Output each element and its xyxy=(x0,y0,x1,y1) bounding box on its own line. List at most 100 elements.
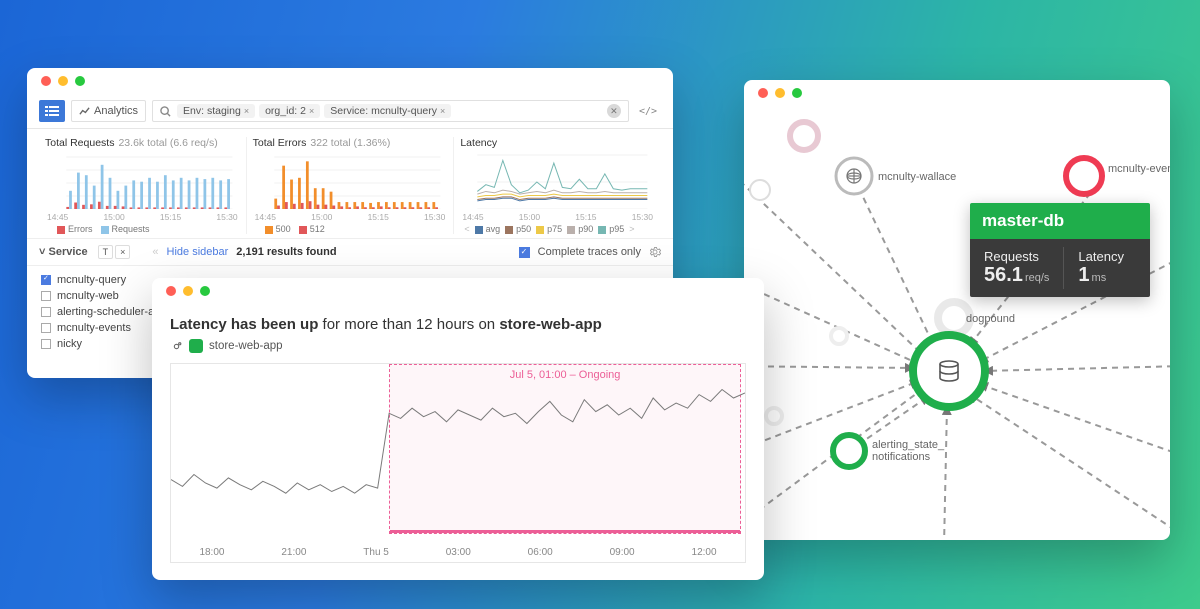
legend-swatch xyxy=(567,226,575,234)
legend-swatch xyxy=(475,226,483,234)
legend-next[interactable]: > xyxy=(629,224,634,234)
checkbox-icon[interactable] xyxy=(41,275,51,285)
node-mcnulty-wallace[interactable]: mcnulty-wallace xyxy=(836,158,956,194)
facet-tools: T× xyxy=(96,245,131,259)
chart-errors-legend: 500 512 xyxy=(253,222,448,234)
checkbox-icon[interactable] xyxy=(41,323,51,333)
legend-swatch xyxy=(299,226,307,234)
search-input[interactable]: Env: staging× org_id: 2× Service: mcnulty-… xyxy=(152,100,629,122)
list-view-button[interactable] xyxy=(39,100,65,122)
window-controls xyxy=(152,278,764,304)
complete-traces-label: Complete traces only xyxy=(538,246,641,258)
chart-errors: Total Errors322 total (1.36%) 14:4515:00… xyxy=(246,137,454,234)
latency-chart: Jul 5, 01:00 – Ongoing 18:0021:00Thu 503… xyxy=(170,363,746,563)
analytics-tab[interactable]: Analytics xyxy=(71,100,146,122)
info-requests-label: Requests xyxy=(984,249,1049,264)
legend-item[interactable]: 500 xyxy=(265,224,291,234)
chart-errors-title: Total Errors xyxy=(253,137,307,149)
close-icon[interactable] xyxy=(758,88,768,98)
minimize-icon[interactable] xyxy=(183,286,193,296)
legend-item[interactable]: p95 xyxy=(598,224,624,234)
service-map-window: mcnulty-wallace mcnulty-events dogpound xyxy=(744,80,1170,540)
analytics-toolbar: Analytics Env: staging× org_id: 2× Service… xyxy=(27,94,673,129)
charts-row: Total Requests 23.6k total (6.6 req/s) 14… xyxy=(27,129,673,239)
node-mcnulty-events[interactable]: mcnulty-events xyxy=(1066,158,1170,194)
legend-item[interactable]: 512 xyxy=(299,224,325,234)
checkbox-icon[interactable] xyxy=(41,339,51,349)
close-icon[interactable] xyxy=(41,76,51,86)
maximize-icon[interactable] xyxy=(75,76,85,86)
info-latency-label: Latency xyxy=(1078,249,1136,264)
chart-requests-stat: 23.6k total (6.6 req/s) xyxy=(118,137,217,149)
svg-text:mcnulty-wallace: mcnulty-wallace xyxy=(878,171,956,183)
latency-chart-xaxis: 18:0021:00Thu 503:0006:0009:0012:00 xyxy=(171,547,745,558)
chart-requests-plot xyxy=(45,151,240,209)
service-name[interactable]: store-web-app xyxy=(209,340,283,352)
node-info-panel: master-db Requests 56.1req/s Latency 1ms xyxy=(970,203,1150,297)
latency-alert-window: Latency has been up for more than 12 hou… xyxy=(152,278,764,580)
chart-errors-plot xyxy=(253,151,448,209)
service-facet-label: mcnulty-events xyxy=(57,322,131,334)
facet-text-btn[interactable]: T xyxy=(98,245,114,259)
service-facet-label: mcnulty-web xyxy=(57,290,119,302)
search-tag[interactable]: org_id: 2× xyxy=(259,104,320,118)
legend-swatch xyxy=(598,226,606,234)
clear-search-icon[interactable]: ✕ xyxy=(607,104,621,118)
chart-errors-stat: 322 total (1.36%) xyxy=(310,137,390,149)
maximize-icon[interactable] xyxy=(200,286,210,296)
service-facet-label: nicky xyxy=(57,338,82,350)
chart-latency-title: Latency xyxy=(460,137,497,149)
node-dogpound-label: dogpound xyxy=(966,313,1015,325)
legend-item[interactable]: Requests xyxy=(101,224,150,234)
facet-clear-btn[interactable]: × xyxy=(115,245,130,259)
chart-latency-plot xyxy=(460,151,655,209)
legend-swatch xyxy=(536,226,544,234)
chart-requests-legend: Errors Requests xyxy=(45,222,240,234)
legend-item[interactable]: p75 xyxy=(536,224,562,234)
legend-item[interactable]: p90 xyxy=(567,224,593,234)
legend-item[interactable]: Errors xyxy=(57,224,93,234)
gear-icon[interactable] xyxy=(649,246,661,258)
search-tag[interactable]: Env: staging× xyxy=(177,104,255,118)
chart-requests-title: Total Requests xyxy=(45,137,114,149)
chart-latency-legend: < avg p50 p75 p90 p95 > xyxy=(460,222,655,234)
facet-service-expand[interactable]: ˅ Service xyxy=(39,246,88,258)
chart-latency-xaxis: 14:4515:0015:1515:30 xyxy=(460,212,655,222)
code-view-toggle[interactable]: </> xyxy=(635,106,661,117)
hide-sidebar-link[interactable]: Hide sidebar xyxy=(167,246,229,258)
minimize-icon[interactable] xyxy=(775,88,785,98)
chart-latency: Latency 14:4515:0015:1515:30 < avg p50 p75… xyxy=(453,137,661,234)
service-facet-label: alerting-scheduler-a… xyxy=(57,306,165,318)
minimize-icon[interactable] xyxy=(58,76,68,86)
service-facet-label: mcnulty-query xyxy=(57,274,126,286)
maximize-icon[interactable] xyxy=(792,88,802,98)
legend-swatch xyxy=(505,226,513,234)
legend-swatch xyxy=(265,226,273,234)
complete-traces-checkbox[interactable] xyxy=(519,247,530,258)
info-panel-title: master-db xyxy=(970,203,1150,239)
search-tag[interactable]: Service: mcnulty-query× xyxy=(324,104,451,118)
checkbox-icon[interactable] xyxy=(41,291,51,301)
node-master-db[interactable] xyxy=(913,335,985,407)
svg-text:mcnulty-events: mcnulty-events xyxy=(1108,163,1170,175)
chart-requests-xaxis: 14:4515:0015:1515:30 xyxy=(45,212,240,222)
checkbox-icon[interactable] xyxy=(41,307,51,317)
window-controls xyxy=(744,80,1170,106)
results-count: 2,191 results found xyxy=(236,246,336,258)
legend-swatch xyxy=(101,226,109,234)
alert-headline: Latency has been up for more than 12 hou… xyxy=(170,316,746,333)
legend-prev[interactable]: < xyxy=(464,224,469,234)
settings-icon[interactable] xyxy=(170,340,183,353)
service-map-canvas[interactable]: mcnulty-wallace mcnulty-events dogpound xyxy=(744,106,1170,540)
chart-requests: Total Requests 23.6k total (6.6 req/s) 14… xyxy=(39,137,246,234)
close-icon[interactable] xyxy=(166,286,176,296)
legend-swatch xyxy=(57,226,65,234)
service-status-chip xyxy=(189,339,203,353)
results-bar: ˅ Service T× « Hide sidebar 2,191 result… xyxy=(27,239,673,266)
legend-item[interactable]: p50 xyxy=(505,224,531,234)
search-icon xyxy=(160,106,171,117)
node-alerting-state[interactable]: alerting_state_notifications xyxy=(833,435,945,467)
analytics-tab-label: Analytics xyxy=(94,105,138,117)
info-requests-value: 56.1 xyxy=(984,264,1023,286)
legend-item[interactable]: avg xyxy=(475,224,501,234)
